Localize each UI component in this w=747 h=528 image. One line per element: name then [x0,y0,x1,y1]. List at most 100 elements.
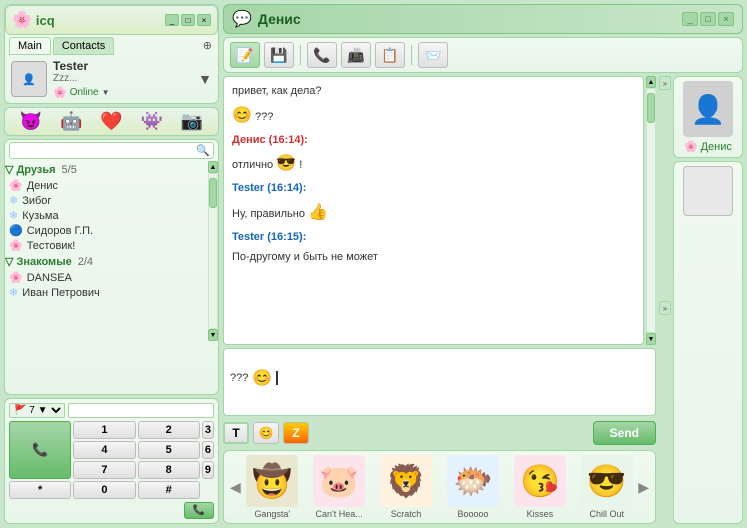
toolbar-compose-button[interactable]: 📝 [230,42,260,68]
message-line: Ну, правильно 👍 [232,201,635,225]
group-header-acquaintances[interactable]: ▽ Знакомые 2/4 [5,253,206,270]
tabs-row: Main Contacts ⊕ [5,35,218,55]
dial-button-star[interactable]: * [9,481,71,499]
chat-maximize-button[interactable]: □ [700,12,716,26]
dial-button-5[interactable]: 5 [138,441,200,459]
input-section: ??? 😊 [223,348,656,416]
icq-header: 🌸 icq _ □ × [5,5,218,35]
scroll-thumb[interactable] [209,178,217,208]
contact-status-icon: 🌸 [9,179,23,192]
mood-icon-devil[interactable]: 😈 [20,111,42,132]
contact-item[interactable]: 🔵 Сидоров Г.П. [5,223,206,238]
contacts-scrollbar[interactable]: ▲ ▼ [208,161,218,341]
tab-contacts[interactable]: Contacts [53,37,114,55]
expand-bottom-arrow[interactable]: » [659,301,671,315]
dial-button-4[interactable]: 4 [73,441,135,459]
dial-button-hash[interactable]: # [138,481,200,499]
expand-arrows-col: » » [659,76,671,524]
status-label: Online [70,87,99,98]
dial-button-6[interactable]: 6 [202,441,214,459]
dial-button-1[interactable]: 1 [73,421,135,439]
messages-scroll-track[interactable] [646,88,656,333]
phone-input[interactable] [68,403,214,418]
contact-item[interactable]: ❄ Зибог [5,193,206,208]
status-dropdown-icon[interactable]: ▼ [102,88,110,97]
messages-scrollbar[interactable]: ▲ ▼ [646,76,656,345]
group-header-friends[interactable]: ▽ Друзья 5/5 [5,161,206,178]
dial-button-9[interactable]: 9 [202,461,214,479]
contact-item[interactable]: 🌸 DANSEA [5,270,206,285]
sticker-gangsta-label: Gangsta' [254,509,290,519]
user-options-icon[interactable]: ▼ [198,71,212,87]
messages-scroll-down[interactable]: ▼ [646,333,656,345]
toolbar-separator-2 [411,45,412,65]
mood-icon-heart[interactable]: ❤️ [100,111,122,132]
format-text-button[interactable]: T [223,422,249,444]
scroll-down-button[interactable]: ▼ [208,329,218,341]
contact-item[interactable]: ❄ Кузьма [5,208,206,223]
toolbar-send-button[interactable]: 📨 [418,42,448,68]
sticker-booooo[interactable]: 🐡 Booooo [447,455,499,519]
toolbar-file-button[interactable]: 📋 [375,42,405,68]
dialer-section: 🚩 7 ▼ 1 2 3 📞 4 5 6 7 8 9 * 0 # [4,398,219,524]
contact-item[interactable]: 🌸 Денис [5,178,206,193]
mood-icon-alien[interactable]: 👾 [140,111,162,132]
dial-button-7[interactable]: 7 [73,461,135,479]
format-emoji-button[interactable]: 😊 [253,422,279,444]
tab-main[interactable]: Main [9,37,51,55]
format-z-button[interactable]: Z [283,422,309,444]
toolbar-fax-button[interactable]: 📠 [341,42,371,68]
dial-button-3[interactable]: 3 [202,421,214,439]
expand-top-arrow[interactable]: » [659,76,671,90]
sticker-chillout-image: 😎 [581,455,633,507]
message-text: отлично [232,159,276,171]
left-panel: 🌸 icq _ □ × Main Contacts ⊕ 👤 [4,4,219,524]
message-line: Tester (16:14): [232,180,635,197]
contact-avatar: 👤 [683,81,733,137]
maximize-button[interactable]: □ [181,14,195,26]
message-emoji: 👍 [308,204,328,221]
toolbar-call-button[interactable]: 📞 [307,42,337,68]
mood-icon-camera[interactable]: 📷 [181,111,203,132]
sticker-scratch-label: Scratch [391,509,422,519]
dialer-action-button[interactable]: 📞 [184,502,214,519]
dial-button-8[interactable]: 8 [138,461,200,479]
contact-item[interactable]: ❄ Иван Петрович [5,285,206,300]
search-input[interactable] [13,145,196,157]
sticker-scratch[interactable]: 🦁 Scratch [380,455,432,519]
call-button[interactable]: 📞 [9,421,71,479]
contact-status-icon: 🔵 [9,224,23,237]
sticker-nav-left[interactable]: ◀ [230,479,241,496]
search-button[interactable]: 🔍 [196,144,210,157]
chat-close-button[interactable]: × [718,12,734,26]
message-text: По-другому и быть не может [232,251,378,263]
close-button[interactable]: × [197,14,211,26]
input-main: ??? 😊 [223,348,656,416]
contact-item[interactable]: 🌸 Тестовик! [5,238,206,253]
sticker-nav-right[interactable]: ▶ [638,479,649,496]
group-expand-icon: ▽ [5,255,13,268]
sticker-chillout[interactable]: 😎 Chill Out [581,455,633,519]
avatar-placeholder: 👤 [22,73,36,86]
group-count-friends: 5/5 [62,164,77,176]
sticker-canthear[interactable]: 🐷 Can't Hea... [313,455,365,519]
sticker-kisses[interactable]: 😘 Kisses [514,455,566,519]
chat-minimize-button[interactable]: _ [682,12,698,26]
message-sender: Tester (16:15): [232,231,306,243]
sticker-gangsta[interactable]: 🤠 Gangsta' [246,455,298,519]
toolbar-save-button[interactable]: 💾 [264,42,294,68]
scroll-track[interactable] [208,173,218,329]
messages-scroll-thumb[interactable] [647,93,655,123]
send-button[interactable]: Send [593,421,656,445]
country-select[interactable]: 🚩 7 ▼ [9,403,65,418]
mood-icon-robot[interactable]: 🤖 [60,111,82,132]
minimize-button[interactable]: _ [165,14,179,26]
scroll-up-button[interactable]: ▲ [208,161,218,173]
options-icon[interactable]: ⊕ [201,37,214,55]
message-line: Tester (16:15): [232,229,635,246]
messages-scroll-up[interactable]: ▲ [646,76,656,88]
message-text: привет, как дела? [232,85,322,97]
dial-button-0[interactable]: 0 [73,481,135,499]
dial-button-2[interactable]: 2 [138,421,200,439]
bottom-toolbar: T 😊 Z Send [223,419,656,447]
